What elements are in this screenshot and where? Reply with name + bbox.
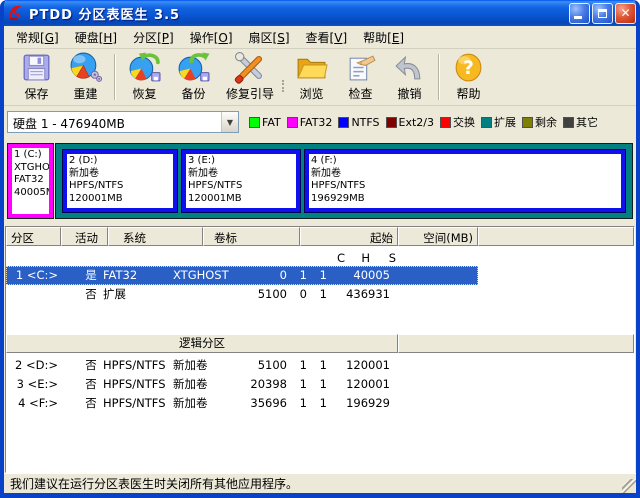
rebuild-pie-icon	[69, 51, 102, 84]
partition-block-c[interactable]: 1 (C:) XTGHOST FAT32 40005MB	[8, 144, 53, 218]
app-window: PTDD 分区表医生 3.5 ✕ 常规[G] 硬盘[H] 分区[P] 操作[O]…	[0, 0, 640, 498]
disk-selector[interactable]: 硬盘 1 - 476940MB ▼	[7, 111, 239, 133]
chs-s-label: S	[372, 251, 396, 266]
resize-grip[interactable]	[622, 479, 636, 493]
chs-c-label: C	[265, 251, 345, 266]
partition-map: 1 (C:) XTGHOST FAT32 40005MB 2 (D:) 新加卷 …	[4, 138, 636, 226]
tools-icon	[234, 51, 267, 84]
table-row-extended[interactable]: 否 扩展 5100 0 1 436931	[6, 285, 634, 304]
help-icon: ?	[452, 51, 485, 84]
restore-icon	[128, 51, 161, 84]
table-row-d[interactable]: 2 <D:> 否 HPFS/NTFS 新加卷 5100 1 1 120001	[6, 356, 634, 375]
toolbar-separator	[114, 54, 116, 100]
menu-view[interactable]: 查看[V]	[298, 26, 356, 49]
header-start: 起始	[300, 227, 398, 246]
minimize-button[interactable]	[569, 3, 590, 24]
table-row-e[interactable]: 3 <E:> 否 HPFS/NTFS 新加卷 20398 1 1 120001	[6, 375, 634, 394]
logical-partition-section-bar: 逻辑分区	[6, 334, 634, 353]
toolbar-dotted-separator	[282, 80, 285, 92]
svg-text:?: ?	[463, 58, 474, 79]
backup-icon	[177, 51, 210, 84]
header-filler	[478, 227, 634, 246]
legend-ext23: Ext2/3	[386, 116, 434, 129]
restore-button[interactable]: 恢复	[120, 51, 169, 103]
undo-arrow-icon	[393, 51, 426, 84]
toolbar: 保存 重建	[4, 49, 636, 106]
legend-swap: 交换	[440, 114, 475, 130]
selector-row: 硬盘 1 - 476940MB ▼ FAT FAT32 NTFS Ext2/3 …	[4, 106, 636, 138]
check-document-icon	[344, 51, 377, 84]
ntfs-color-swatch	[338, 117, 349, 128]
help-button[interactable]: ? 帮助	[444, 51, 493, 103]
extended-color-swatch	[481, 117, 492, 128]
header-space: 空间(MB)	[398, 227, 478, 246]
browse-button[interactable]: 浏览	[287, 51, 336, 103]
extended-partition-container: 2 (D:) 新加卷 HPFS/NTFS 120001MB 3 (E:) 新加卷…	[56, 144, 632, 218]
legend-fat: FAT	[249, 116, 281, 129]
header-system: 系统	[108, 227, 203, 246]
table-header-row: 分区 活动 系统 卷标 起始 空间(MB)	[6, 227, 634, 246]
table-row-c-selected[interactable]: 1 <C:> 是 FAT32 XTGHOST 0 1 1 40005	[6, 266, 478, 285]
maximize-icon	[598, 9, 607, 18]
legend-extended: 扩展	[481, 114, 516, 130]
partition-block-f[interactable]: 4 (F:) 新加卷 HPFS/NTFS 196929MB	[305, 150, 625, 212]
legend-other: 其它	[563, 114, 598, 130]
folder-icon	[295, 51, 328, 84]
logical-partition-section-label: 逻辑分区	[6, 334, 398, 353]
chs-h-label: H	[346, 251, 370, 266]
menu-general[interactable]: 常规[G]	[8, 26, 67, 49]
free-color-swatch	[522, 117, 533, 128]
partition-block-d[interactable]: 2 (D:) 新加卷 HPFS/NTFS 120001MB	[63, 150, 177, 212]
legend-ntfs: NTFS	[338, 116, 379, 129]
minimize-icon	[574, 16, 582, 19]
maximize-button[interactable]	[592, 3, 613, 24]
check-button[interactable]: 检查	[336, 51, 385, 103]
fat32-color-swatch	[287, 117, 298, 128]
dropdown-arrow-icon[interactable]: ▼	[221, 112, 238, 132]
floppy-icon	[20, 51, 53, 84]
save-button[interactable]: 保存	[12, 51, 61, 103]
menu-help[interactable]: 帮助[E]	[355, 26, 412, 49]
table-row-f[interactable]: 4 <F:> 否 HPFS/NTFS 新加卷 35696 1 1 196929	[6, 394, 634, 413]
fix-boot-button[interactable]: 修复引导	[218, 51, 282, 103]
other-color-swatch	[563, 117, 574, 128]
backup-button[interactable]: 备份	[169, 51, 218, 103]
ext23-color-swatch	[386, 117, 397, 128]
fat-color-swatch	[249, 117, 260, 128]
app-icon	[7, 5, 24, 22]
menu-bar: 常规[G] 硬盘[H] 分区[P] 操作[O] 扇区[S] 查看[V] 帮助[E…	[4, 26, 636, 49]
disk-selector-value: 硬盘 1 - 476940MB	[8, 112, 221, 132]
toolbar-separator	[438, 54, 440, 100]
menu-partition[interactable]: 分区[P]	[125, 26, 182, 49]
title-bar: PTDD 分区表医生 3.5 ✕	[0, 0, 640, 26]
header-active: 活动	[61, 227, 108, 246]
legend-fat32: FAT32	[287, 116, 333, 129]
rebuild-button[interactable]: 重建	[61, 51, 110, 103]
swap-color-swatch	[440, 117, 451, 128]
window-title: PTDD 分区表医生 3.5	[29, 4, 567, 23]
close-icon: ✕	[620, 7, 630, 19]
filesystem-legend: FAT FAT32 NTFS Ext2/3 交换 扩展 剩余 其它	[249, 114, 633, 130]
undo-button[interactable]: 撤销	[385, 51, 434, 103]
menu-operation[interactable]: 操作[O]	[182, 26, 241, 49]
legend-free: 剩余	[522, 114, 557, 130]
partition-table: 分区 活动 系统 卷标 起始 空间(MB) C H S 1 <C:> 是 FAT…	[5, 226, 635, 473]
header-partition: 分区	[6, 227, 61, 246]
status-bar: 我们建议在运行分区表医生时关闭所有其他应用程序。	[4, 473, 636, 493]
status-text: 我们建议在运行分区表医生时关闭所有其他应用程序。	[10, 475, 298, 492]
menu-disk[interactable]: 硬盘[H]	[67, 26, 125, 49]
menu-sector[interactable]: 扇区[S]	[241, 26, 298, 49]
close-button[interactable]: ✕	[615, 3, 636, 24]
section-bar-filler	[398, 334, 634, 353]
partition-block-e[interactable]: 3 (E:) 新加卷 HPFS/NTFS 120001MB	[182, 150, 300, 212]
chs-subheader-row: C H S	[6, 251, 634, 266]
header-label: 卷标	[203, 227, 300, 246]
